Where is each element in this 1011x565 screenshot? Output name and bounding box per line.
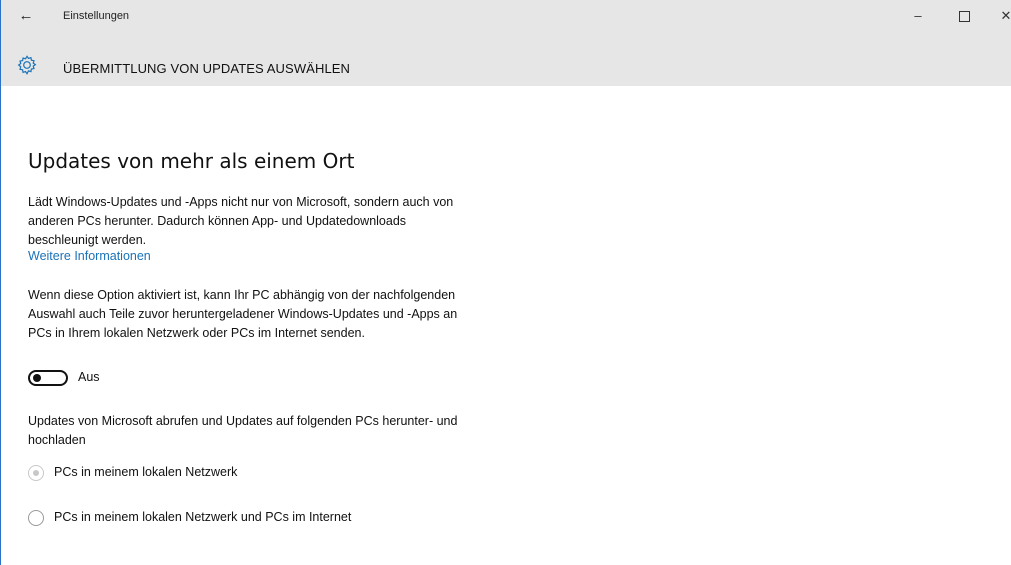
page-header: ÜBERMITTLUNG VON UPDATES AUSWÄHLEN [1,46,1011,86]
gear-icon [17,55,37,75]
app-title: Einstellungen [63,10,130,22]
radio-button-local-and-internet[interactable] [28,510,44,526]
maximize-icon[interactable] [947,2,981,30]
radio-group-description: Updates von Microsoft abrufen und Update… [28,414,458,447]
section-title: Updates von mehr als einem Ort [28,149,355,173]
title-bar: ← Einstellungen – ✕ [1,0,1011,46]
radio-label: PCs in meinem lokalen Netzwerk [54,465,238,479]
option-explanation-text: Wenn diese Option aktiviert ist, kann Ih… [28,288,458,340]
toggle-state-label: Aus [78,370,100,384]
close-icon[interactable]: ✕ [989,2,1011,30]
radio-button-local-network[interactable] [28,465,44,481]
back-arrow-icon[interactable]: ← [17,7,35,25]
delivery-optimization-toggle[interactable] [28,370,68,386]
more-info-link[interactable]: Weitere Informationen [28,249,151,263]
minimize-icon[interactable]: – [901,2,935,30]
description-text: Lädt Windows-Updates und -Apps nicht nur… [28,195,454,247]
radio-label: PCs in meinem lokalen Netzwerk und PCs i… [54,510,352,524]
toggle-knob [33,374,41,382]
settings-window: ← Einstellungen – ✕ ÜBERMITTLUNG VON UPD… [0,0,1011,565]
page-title: ÜBERMITTLUNG VON UPDATES AUSWÄHLEN [63,61,351,76]
